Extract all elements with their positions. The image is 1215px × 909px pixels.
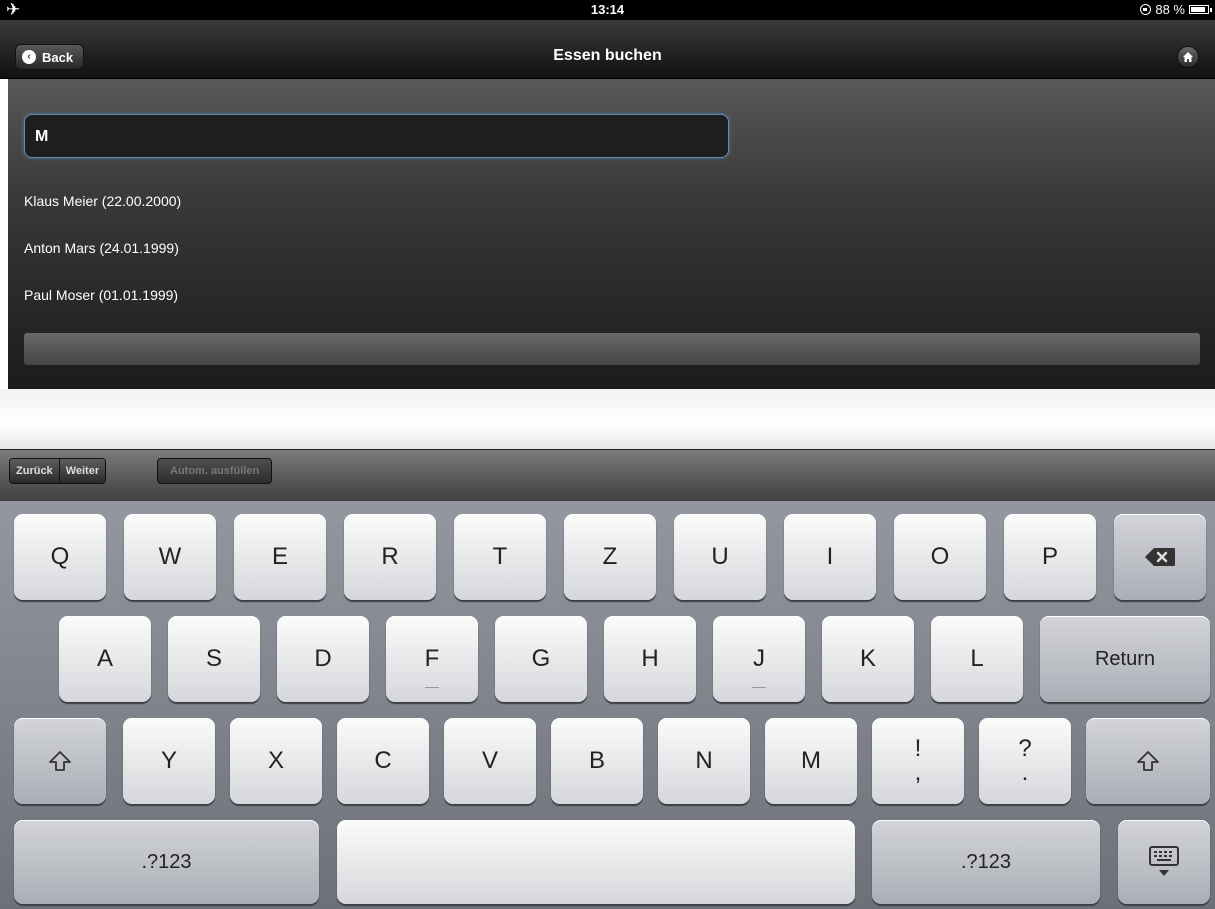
content-area: M Klaus Meier (22.00.2000) Anton Mars (2… — [8, 79, 1215, 389]
form-accessory-bar: Zurück Weiter Autom. ausfüllen — [0, 449, 1215, 502]
page-title: Essen buchen — [553, 47, 662, 64]
key-bottom-symbol: . — [1021, 759, 1029, 786]
result-item-2[interactable]: Anton Mars (24.01.1999) — [24, 240, 179, 256]
autofill-button[interactable]: Autom. ausfüllen — [157, 458, 273, 484]
shift-icon — [49, 751, 71, 771]
next-field-button[interactable]: Weiter — [58, 459, 106, 483]
key-top-symbol: ? — [1018, 735, 1032, 762]
key-z[interactable]: Z — [564, 514, 656, 600]
background-strip — [0, 389, 1215, 449]
numbers-key-left[interactable]: .?123 — [14, 820, 319, 904]
shift-key-left[interactable] — [14, 718, 106, 804]
key-m[interactable]: M — [765, 718, 857, 804]
key-y[interactable]: Y — [123, 718, 215, 804]
shift-icon — [1137, 751, 1159, 771]
key-r[interactable]: R — [344, 514, 436, 600]
key-v[interactable]: V — [444, 718, 536, 804]
list-footer-bar — [24, 333, 1200, 365]
key-a[interactable]: A — [59, 616, 151, 702]
return-key[interactable]: Return — [1040, 616, 1210, 702]
key-d[interactable]: D — [277, 616, 369, 702]
numbers-key-right[interactable]: .?123 — [872, 820, 1100, 904]
key-exclamation-comma[interactable]: ! , — [872, 718, 964, 804]
status-bar: ✈ 13:14 88 % — [0, 0, 1215, 20]
key-q[interactable]: Q — [14, 514, 106, 600]
result-item-3[interactable]: Paul Moser (01.01.1999) — [24, 287, 178, 303]
key-j[interactable]: J — [713, 616, 805, 702]
key-top-symbol: ! — [914, 735, 922, 762]
home-icon — [1183, 52, 1193, 62]
key-l[interactable]: L — [931, 616, 1023, 702]
prev-next-control: Zurück Weiter — [9, 458, 107, 484]
key-p[interactable]: P — [1004, 514, 1096, 600]
key-s[interactable]: S — [168, 616, 260, 702]
navigation-bar: ‹ Back Essen buchen — [0, 20, 1215, 79]
shift-key-right[interactable] — [1086, 718, 1210, 804]
home-row-marker — [752, 687, 766, 688]
key-w[interactable]: W — [124, 514, 216, 600]
key-i[interactable]: I — [784, 514, 876, 600]
backspace-icon — [1145, 548, 1175, 566]
key-t[interactable]: T — [454, 514, 546, 600]
key-c[interactable]: C — [337, 718, 429, 804]
home-button[interactable] — [1177, 46, 1199, 68]
keyboard: Q W E R T Z U I O P A S D F G H J K L Re… — [0, 501, 1215, 909]
result-item-1[interactable]: Klaus Meier (22.00.2000) — [24, 193, 181, 209]
key-u[interactable]: U — [674, 514, 766, 600]
key-e[interactable]: E — [234, 514, 326, 600]
space-key[interactable] — [337, 820, 855, 904]
key-g[interactable]: G — [495, 616, 587, 702]
status-time: 13:14 — [590, 2, 625, 17]
key-question-period[interactable]: ? . — [979, 718, 1071, 804]
key-bottom-symbol: , — [914, 759, 922, 786]
battery-percent: 88 % — [1155, 2, 1185, 17]
battery-icon — [1189, 5, 1212, 14]
key-f[interactable]: F — [386, 616, 478, 702]
hide-keyboard-icon — [1149, 846, 1179, 876]
key-j-label: J — [753, 645, 765, 672]
key-k[interactable]: K — [822, 616, 914, 702]
key-x[interactable]: X — [230, 718, 322, 804]
key-o[interactable]: O — [894, 514, 986, 600]
hide-keyboard-key[interactable] — [1118, 820, 1210, 904]
previous-field-button[interactable]: Zurück — [10, 459, 59, 483]
home-row-marker — [425, 687, 439, 688]
status-right: 88 % — [1140, 2, 1212, 17]
key-h[interactable]: H — [604, 616, 696, 702]
key-f-label: F — [424, 645, 440, 672]
orientation-lock-icon — [1140, 4, 1152, 15]
key-n[interactable]: N — [658, 718, 750, 804]
search-input[interactable]: M — [24, 114, 729, 158]
key-b[interactable]: B — [551, 718, 643, 804]
backspace-key[interactable] — [1114, 514, 1206, 600]
